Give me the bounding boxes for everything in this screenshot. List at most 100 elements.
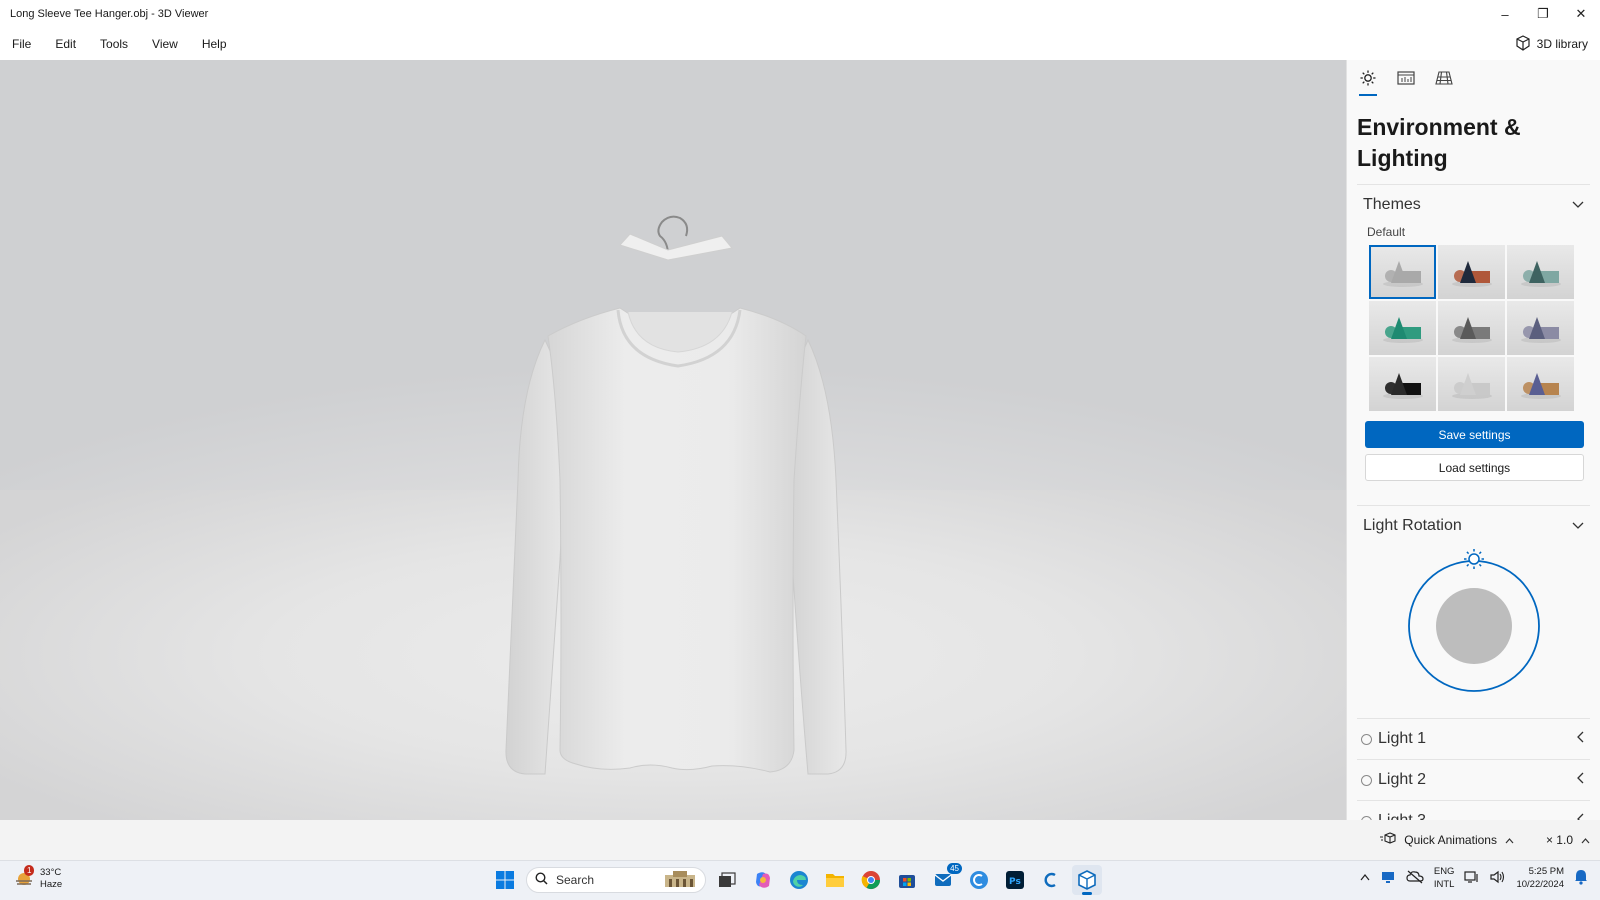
network-icon[interactable]: [1464, 870, 1480, 887]
language-top: ENG: [1433, 866, 1455, 877]
panel-title: Environment & Lighting: [1357, 114, 1521, 171]
menu-view[interactable]: View: [140, 28, 190, 60]
notification-bell-icon[interactable]: [1574, 869, 1588, 888]
tab-grid[interactable]: [1435, 70, 1453, 96]
light-2-radio[interactable]: [1361, 774, 1372, 786]
theme-swatch-7[interactable]: [1369, 357, 1436, 411]
light-1-radio[interactable]: [1361, 733, 1372, 745]
edge-dev-button[interactable]: [964, 865, 994, 895]
light-3-row[interactable]: Light 3: [1357, 800, 1590, 820]
sun-handle-icon[interactable]: [1463, 548, 1485, 575]
quick-animations-button[interactable]: Quick Animations: [1404, 833, 1497, 847]
panel-tabs: [1347, 60, 1600, 98]
3d-library-button[interactable]: 3D library: [1515, 34, 1600, 54]
save-settings-button[interactable]: Save settings: [1365, 421, 1584, 448]
theme-shapes-icon: [1451, 317, 1492, 343]
store-button[interactable]: [892, 865, 922, 895]
theme-shapes-icon: [1520, 261, 1561, 287]
edge-icon: [790, 871, 808, 889]
photoshop-icon: Ps: [1006, 871, 1024, 889]
copilot-button[interactable]: [748, 865, 778, 895]
themes-section: Themes Default Save settings Load settin…: [1357, 184, 1590, 481]
cloud-offline-icon[interactable]: [1406, 870, 1424, 887]
start-button[interactable]: [490, 865, 520, 895]
animation-icon: [1380, 831, 1396, 849]
menu-tools[interactable]: Tools: [88, 28, 140, 60]
volume-icon[interactable]: [1490, 870, 1506, 887]
chevron-left-icon: [1576, 812, 1584, 820]
taskbar: 1 33°C Haze Search 45 Ps ENG INTL 5:25 P…: [0, 860, 1600, 900]
load-settings-button[interactable]: Load settings: [1365, 454, 1584, 481]
light-2-label: Light 2: [1378, 771, 1427, 788]
search-highlight-icon: [663, 869, 697, 892]
themes-sublabel: Default: [1367, 225, 1406, 239]
clock[interactable]: 5:25 PM 10/22/2024: [1516, 865, 1564, 891]
svg-text:Ps: Ps: [1009, 877, 1021, 887]
menu-edit[interactable]: Edit: [43, 28, 88, 60]
chevron-left-icon: [1576, 771, 1584, 789]
close-button[interactable]: ✕: [1562, 0, 1600, 28]
status-bar: Quick Animations × 1.0: [0, 820, 1600, 860]
window-title: Long Sleeve Tee Hanger.obj - 3D Viewer: [10, 8, 209, 20]
light-rotation-dial[interactable]: [1357, 546, 1590, 696]
theme-swatch-3[interactable]: [1507, 245, 1574, 299]
stats-icon: [1397, 70, 1415, 91]
taskbar-apps: Search 45 Ps: [490, 863, 1102, 895]
theme-swatch-2[interactable]: [1438, 245, 1505, 299]
light-rotation-header[interactable]: Light Rotation: [1357, 506, 1590, 546]
app-c-button[interactable]: [1036, 865, 1066, 895]
copilot-icon: [756, 872, 770, 888]
theme-shapes-icon: [1382, 261, 1423, 287]
light-1-row[interactable]: Light 1: [1357, 718, 1590, 759]
theme-swatch-4[interactable]: [1369, 301, 1436, 355]
clock-date: 10/22/2024: [1516, 879, 1564, 890]
menu-help[interactable]: Help: [190, 28, 239, 60]
3d-viewer-button[interactable]: [1072, 865, 1102, 895]
theme-swatch-9[interactable]: [1507, 357, 1574, 411]
chrome-button[interactable]: [856, 865, 886, 895]
light-1-label: Light 1: [1378, 730, 1427, 747]
tab-environment[interactable]: [1359, 70, 1377, 96]
grid-icon: [1435, 70, 1453, 91]
folder-icon: [826, 874, 844, 887]
animation-speed[interactable]: × 1.0: [1546, 833, 1573, 847]
shirt-model[interactable]: [0, 60, 1346, 820]
photoshop-button[interactable]: Ps: [1000, 865, 1030, 895]
3d-library-label: 3D library: [1536, 37, 1588, 51]
title-bar: Long Sleeve Tee Hanger.obj - 3D Viewer –…: [0, 0, 1600, 28]
theme-swatch-6[interactable]: [1507, 301, 1574, 355]
search-icon: [535, 872, 548, 888]
theme-swatch-1[interactable]: [1369, 245, 1436, 299]
theme-shapes-icon: [1520, 317, 1561, 343]
mail-badge: 45: [947, 863, 962, 874]
weather-desc: Haze: [40, 879, 63, 890]
sun-icon: [1360, 70, 1376, 91]
file-explorer-button[interactable]: [820, 865, 850, 895]
environment-panel: Environment & Lighting Themes Default Sa…: [1346, 60, 1600, 820]
edge-button[interactable]: [784, 865, 814, 895]
minimize-button[interactable]: –: [1486, 0, 1524, 28]
theme-swatch-8[interactable]: [1438, 357, 1505, 411]
taskbar-search[interactable]: Search: [526, 867, 706, 893]
clock-time: 5:25 PM: [1528, 866, 1564, 877]
themes-header[interactable]: Themes: [1357, 185, 1590, 225]
3d-viewport[interactable]: [0, 60, 1346, 820]
language-indicator[interactable]: ENG INTL: [1434, 865, 1455, 891]
theme-swatch-5[interactable]: [1438, 301, 1505, 355]
menu-file[interactable]: File: [0, 28, 43, 60]
chevron-up-icon[interactable]: [1360, 873, 1370, 884]
task-view-icon: [719, 872, 736, 887]
restore-button[interactable]: ❐: [1524, 0, 1562, 28]
light-3-label: Light 3: [1378, 812, 1576, 820]
theme-shapes-icon: [1451, 261, 1492, 287]
windows-icon: [496, 871, 514, 889]
mail-button[interactable]: 45: [928, 863, 962, 895]
tab-stats[interactable]: [1397, 70, 1415, 96]
light-2-row[interactable]: Light 2: [1357, 759, 1590, 800]
display-icon[interactable]: [1380, 869, 1396, 888]
chrome-icon: [861, 871, 880, 890]
chevron-up-icon[interactable]: [1581, 833, 1590, 847]
task-view-button[interactable]: [712, 865, 742, 895]
weather-widget[interactable]: 1 33°C Haze: [14, 865, 63, 891]
chevron-up-icon[interactable]: [1505, 833, 1514, 847]
